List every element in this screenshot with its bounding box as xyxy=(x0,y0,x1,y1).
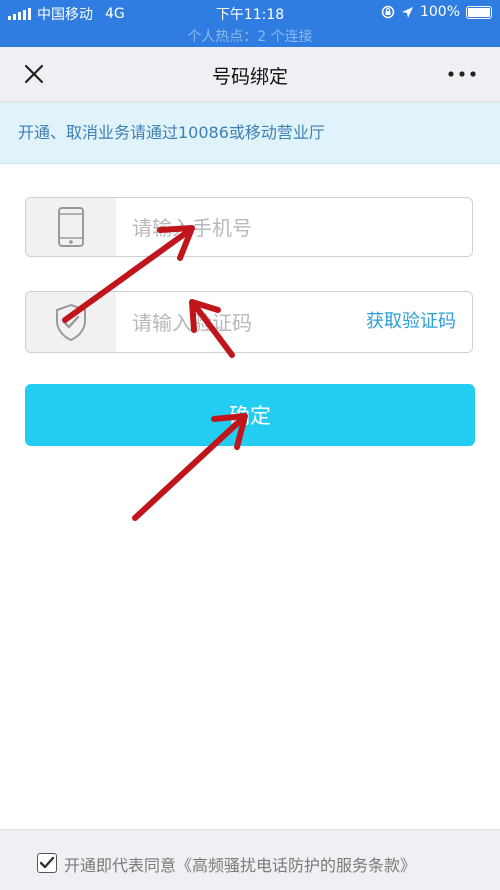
rotation-lock-icon xyxy=(381,5,395,19)
shield-icon-box xyxy=(26,292,116,352)
agree-checkbox[interactable] xyxy=(37,853,57,873)
shield-check-icon xyxy=(56,303,86,342)
more-dots-icon xyxy=(448,71,476,77)
page-title: 号码绑定 xyxy=(211,66,288,88)
hotspot-text: 个人热点：2 个连接 xyxy=(187,29,313,45)
phone-input[interactable] xyxy=(130,198,354,256)
status-bar: 中国移动 4G 下午11:18 100% 个人热点：2 个连接 xyxy=(0,0,500,47)
confirm-button[interactable]: 确定 xyxy=(25,384,475,446)
battery-icon xyxy=(466,5,492,19)
notice-banner: 开通、取消业务请通过10086或移动营业厅 xyxy=(0,102,500,164)
terms-agreement[interactable]: 开通即代表同意《高频骚扰电话防护的服务条款》 xyxy=(64,852,416,876)
battery-label: 100% xyxy=(419,4,460,20)
nav-bar: 号码绑定 xyxy=(0,47,500,102)
phone-icon-box xyxy=(26,198,116,256)
code-field: 获取验证码 xyxy=(25,291,473,353)
code-input[interactable] xyxy=(130,292,354,352)
location-icon xyxy=(401,6,413,18)
phone-field xyxy=(25,197,473,257)
status-right: 100% xyxy=(381,4,492,20)
footer-bar: 开通即代表同意《高频骚扰电话防护的服务条款》 xyxy=(0,829,500,890)
phone-icon xyxy=(58,207,84,247)
more-button[interactable] xyxy=(444,61,480,87)
get-code-button[interactable]: 获取验证码 xyxy=(366,292,456,352)
checkmark-icon xyxy=(39,856,55,869)
